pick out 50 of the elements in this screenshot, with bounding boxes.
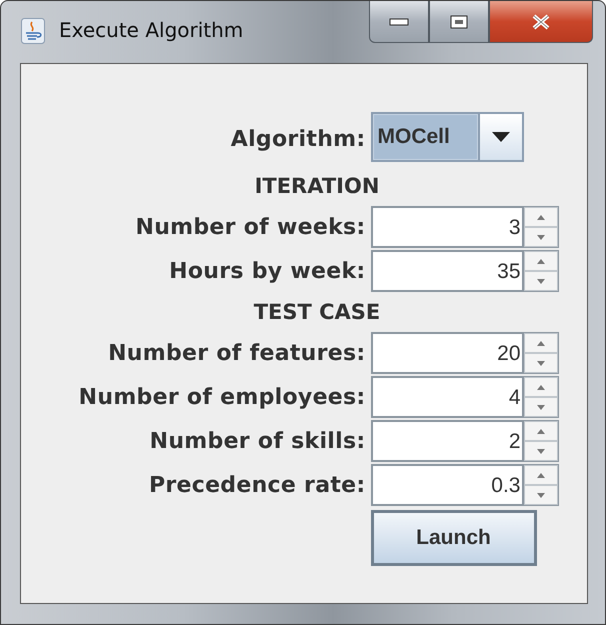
field-label: Number of employees: [78,384,366,410]
number-field[interactable]: 35 [370,250,524,292]
up-arrow-icon [536,384,544,390]
decrement-button[interactable] [524,353,558,373]
increment-button[interactable] [524,421,558,441]
section-heading: TEST CASE [254,300,380,324]
number-field[interactable]: 20 [370,332,524,374]
field-label: Number of weeks: [135,214,366,240]
number-field[interactable]: 2 [370,420,524,462]
decrement-button[interactable] [524,441,558,461]
up-arrow-icon [536,214,544,220]
up-arrow-icon [536,340,544,346]
minimize-icon [388,16,410,26]
number-field[interactable]: 0.3 [370,464,524,506]
down-arrow-icon [536,360,544,366]
down-arrow-icon [536,234,544,240]
maximize-icon [449,14,469,30]
field-label: Number of skills: [150,428,366,454]
field-label: Number of features: [108,340,366,366]
increment-button[interactable] [524,333,558,353]
decrement-button[interactable] [524,397,558,417]
close-icon [530,12,552,30]
number-field[interactable]: 4 [370,376,524,418]
number-field[interactable]: 3 [370,206,524,248]
down-arrow-icon [536,404,544,410]
launch-button[interactable]: Launch [370,510,536,566]
down-arrow-icon [536,492,544,498]
section-heading: ITERATION [254,174,380,198]
close-button[interactable] [489,1,593,43]
down-arrow-icon [536,448,544,454]
field-label: Hours by week: [169,258,366,284]
java-cup-icon [21,18,45,44]
minimize-button[interactable] [369,1,429,43]
up-arrow-icon [536,258,544,264]
decrement-button[interactable] [524,227,558,247]
decrement-button[interactable] [524,271,558,291]
down-arrow-icon [536,278,544,284]
window-title: Execute Algorithm [59,18,244,42]
algorithm-label: Algorithm: [230,126,366,152]
up-arrow-icon [536,472,544,478]
increment-button[interactable] [524,377,558,397]
algorithm-dropdown[interactable]: MOCell [370,112,524,162]
up-arrow-icon [536,428,544,434]
increment-button[interactable] [524,251,558,271]
caret-icon [492,132,510,142]
field-label: Precedence rate: [148,472,366,498]
decrement-button[interactable] [524,485,558,505]
maximize-button[interactable] [429,1,489,43]
increment-button[interactable] [524,207,558,227]
increment-button[interactable] [524,465,558,485]
